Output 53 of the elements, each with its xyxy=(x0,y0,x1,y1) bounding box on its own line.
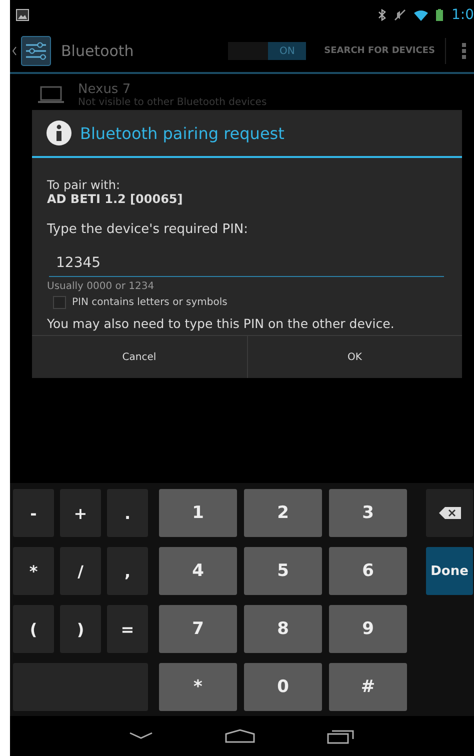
keyboard-key[interactable]: + xyxy=(60,489,101,537)
keyboard-key[interactable]: 9 xyxy=(329,605,407,653)
pair-label: To pair with: xyxy=(47,178,122,192)
status-time: 1:0 xyxy=(451,7,474,23)
done-key[interactable]: Done xyxy=(426,547,473,595)
keyboard-key[interactable]: * xyxy=(159,663,237,711)
keyboard-key[interactable]: # xyxy=(329,663,407,711)
search-devices-button[interactable]: SEARCH FOR DEVICES xyxy=(318,46,441,56)
laptop-icon xyxy=(38,86,64,104)
info-icon xyxy=(46,120,72,146)
keyboard-key[interactable]: , xyxy=(107,547,148,595)
up-caret-icon[interactable] xyxy=(12,46,17,56)
mute-icon xyxy=(394,9,406,21)
keyboard-key[interactable]: * xyxy=(13,547,54,595)
dialog-button[interactable]: Cancel xyxy=(32,336,246,378)
wifi-icon xyxy=(414,10,428,20)
keyboard-key[interactable]: 1 xyxy=(159,489,237,537)
device-status: Not visible to other Bluetooth devices xyxy=(78,97,267,108)
keyboard-key[interactable]: 0 xyxy=(244,663,322,711)
checkbox-label: PIN contains letters or symbols xyxy=(72,297,228,308)
pin-prompt: Type the device's required PIN: xyxy=(47,222,250,237)
keyboard-key[interactable]: 2 xyxy=(244,489,322,537)
hide-keyboard-icon[interactable] xyxy=(129,732,153,740)
backspace-key[interactable] xyxy=(426,489,473,537)
checkbox[interactable] xyxy=(53,296,66,309)
dialog-button[interactable]: OK xyxy=(246,336,462,378)
bluetooth-icon xyxy=(378,9,386,21)
overflow-menu-icon[interactable] xyxy=(462,43,466,59)
keyboard-key[interactable]: / xyxy=(60,547,101,595)
settings-sliders-icon xyxy=(21,36,51,66)
picture-icon xyxy=(16,9,29,21)
keyboard-key[interactable]: ( xyxy=(13,605,54,653)
backspace-icon xyxy=(438,507,460,519)
keyboard-key[interactable]: 8 xyxy=(244,605,322,653)
device-label: AD BETI 1.2 [00065] xyxy=(47,192,184,206)
keyboard-key[interactable]: ) xyxy=(60,605,101,653)
keyboard-key[interactable]: 6 xyxy=(329,547,407,595)
battery-icon xyxy=(436,9,444,21)
keyboard-key[interactable]: . xyxy=(107,489,148,537)
keyboard-key[interactable]: 4 xyxy=(159,547,237,595)
pin-hint: Usually 0000 or 1234 xyxy=(47,281,156,292)
screen-title: Bluetooth xyxy=(61,42,135,60)
recent-apps-icon[interactable] xyxy=(327,728,355,744)
device-name: Nexus 7 xyxy=(78,82,132,97)
keyboard-key[interactable]: = xyxy=(107,605,148,653)
home-icon[interactable] xyxy=(225,729,255,743)
dialog-title: Bluetooth pairing request xyxy=(80,124,284,142)
pin-field[interactable]: 12345 xyxy=(49,253,444,277)
keyboard-key[interactable]: 3 xyxy=(329,489,407,537)
keyboard-key[interactable]: - xyxy=(13,489,54,537)
note-text: You may also need to type this PIN on the other device. xyxy=(47,316,396,331)
keyboard-key[interactable]: 7 xyxy=(159,605,237,653)
keyboard-key[interactable]: 5 xyxy=(244,547,322,595)
